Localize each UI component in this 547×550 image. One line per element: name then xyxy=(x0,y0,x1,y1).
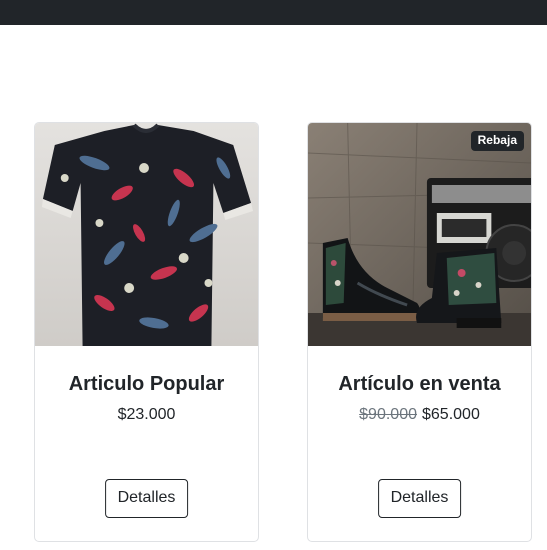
product-title: Articulo Popular xyxy=(68,373,225,395)
details-button[interactable]: Detalles xyxy=(377,479,462,518)
product-image-shirt[interactable] xyxy=(35,123,258,346)
product-card-popular: Articulo Popular $23.000 Detalles xyxy=(34,122,259,542)
old-price: $90.000 xyxy=(359,406,417,423)
product-price: $90.000 $65.000 xyxy=(308,404,531,426)
current-price: $23.000 xyxy=(117,406,176,423)
product-card-body: Articulo Popular $23.000 Detalles xyxy=(35,346,258,541)
product-image-boots[interactable]: Rebaja xyxy=(308,123,531,346)
product-card-sale: Rebaja Artículo en venta $90.000 $65.000 … xyxy=(307,122,532,542)
top-navbar xyxy=(0,0,547,25)
current-price: $65.000 xyxy=(422,406,480,423)
sale-badge: Rebaja xyxy=(470,131,524,151)
details-button[interactable]: Detalles xyxy=(104,479,189,518)
product-title: Artículo en venta xyxy=(338,373,501,395)
product-price: $23.000 xyxy=(35,404,258,426)
product-card-body: Artículo en venta $90.000 $65.000 Detalle… xyxy=(308,346,531,541)
